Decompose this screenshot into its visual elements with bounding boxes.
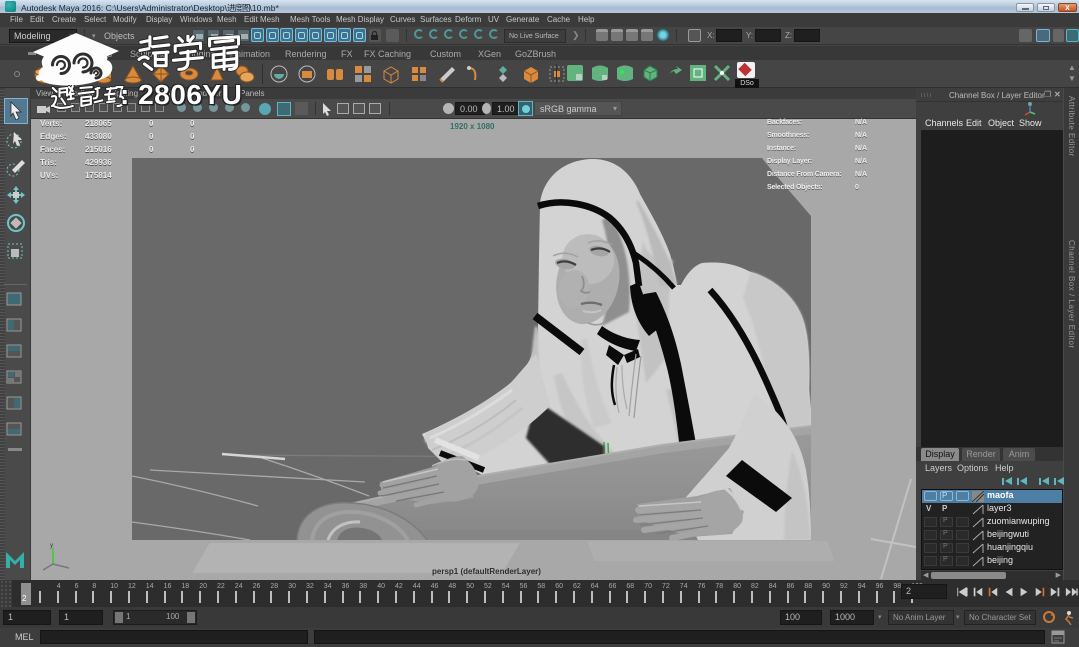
svg-text:y: y	[50, 543, 53, 549]
